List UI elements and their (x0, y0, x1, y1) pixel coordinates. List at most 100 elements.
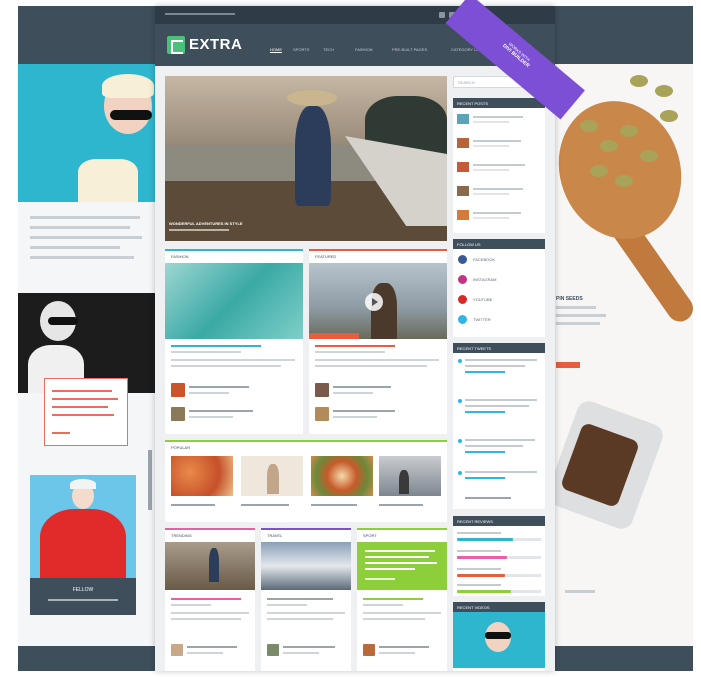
post-title-line[interactable] (473, 164, 525, 166)
facebook-icon[interactable] (439, 12, 445, 18)
sport-list-thumb[interactable] (363, 644, 375, 656)
follow-link[interactable] (465, 497, 511, 499)
featured-list-thumb[interactable] (315, 407, 329, 421)
trending-list-title[interactable] (187, 646, 237, 648)
trending-section-title[interactable]: TRENDING (171, 533, 192, 538)
post-thumb[interactable] (457, 210, 469, 220)
sport-quote-line (365, 568, 415, 570)
play-icon[interactable] (365, 293, 383, 311)
popular-image-1[interactable] (171, 456, 233, 496)
fellow-meta (48, 599, 118, 601)
post-title-line[interactable] (473, 140, 521, 142)
review-title[interactable] (457, 568, 501, 570)
fashion-list-title[interactable] (189, 386, 249, 388)
fashion-section-title[interactable]: FASHION (171, 254, 189, 259)
quote-line (52, 406, 108, 408)
post-thumb[interactable] (457, 114, 469, 124)
featured-list-title[interactable] (333, 386, 391, 388)
featured-hero-image[interactable]: WONDERFUL ADVENTURES IN STYLE (165, 76, 447, 241)
trending-headline[interactable] (171, 598, 241, 600)
post-title-line[interactable] (473, 116, 523, 118)
tweet-link[interactable] (465, 371, 505, 373)
nav-fashion[interactable]: FASHION (355, 47, 373, 52)
sport-quote-author (365, 578, 395, 580)
post-thumb[interactable] (457, 186, 469, 196)
sport-section-title[interactable]: SPORT (363, 533, 377, 538)
popular-section-title[interactable]: POPULAR (171, 445, 190, 450)
recent-videos-title: RECENT VIDEOS (453, 602, 545, 612)
popular-strip: POPULAR (165, 440, 447, 522)
popular-title-1[interactable] (171, 504, 215, 506)
travel-list-title[interactable] (283, 646, 335, 648)
fellow-red-jacket (40, 509, 126, 579)
tweet-link[interactable] (465, 411, 505, 413)
popular-title-3[interactable] (311, 504, 357, 506)
post-title-line[interactable] (473, 212, 521, 214)
popular-image-3[interactable] (311, 456, 373, 496)
twitter-icon[interactable] (458, 315, 467, 324)
review-title[interactable] (457, 584, 501, 586)
fashion-headline[interactable] (171, 345, 261, 347)
sport-accent (357, 528, 447, 530)
nav-sports[interactable]: SPORTS (293, 47, 309, 52)
youtube-icon[interactable] (458, 295, 467, 304)
tweet-text (465, 439, 535, 441)
recent-videos-widget: RECENT VIDEOS (453, 602, 545, 671)
popular-title-4[interactable] (379, 504, 423, 506)
post-thumb[interactable] (457, 138, 469, 148)
nav-home[interactable]: HOME (270, 47, 282, 53)
facebook-icon[interactable] (458, 255, 467, 264)
site-logo[interactable]: EXTRA (189, 36, 242, 53)
left-text-line (30, 246, 120, 249)
trending-list-thumb[interactable] (171, 644, 183, 656)
travel-headline[interactable] (267, 598, 333, 600)
featured-excerpt (315, 359, 439, 361)
popular-image-4[interactable] (379, 456, 441, 496)
featured-video-image[interactable] (309, 263, 447, 339)
review-title[interactable] (457, 532, 501, 534)
featured-list-title[interactable] (333, 410, 395, 412)
sport-headline[interactable] (363, 598, 423, 600)
tweet-link[interactable] (465, 477, 505, 479)
cardamom-pod (615, 175, 633, 187)
travel-section-title[interactable]: TRAVEL (267, 533, 282, 538)
post-meta-line (473, 193, 509, 195)
trending-image[interactable] (165, 542, 255, 590)
tweet-link[interactable] (465, 451, 505, 453)
travel-mountain-image[interactable] (261, 542, 351, 590)
featured-section-title[interactable]: FEATURED (315, 254, 336, 259)
couple-figure (371, 283, 397, 339)
popular-image-2[interactable] (241, 456, 303, 496)
follow-instagram[interactable]: INSTAGRAM (473, 277, 496, 282)
nav-tech[interactable]: TECH (323, 47, 334, 52)
featured-headline[interactable] (315, 345, 395, 347)
left-quote-box (44, 378, 128, 446)
hero-caption[interactable]: WONDERFUL ADVENTURES IN STYLE (169, 221, 243, 226)
travel-column: TRAVEL (261, 528, 351, 671)
follow-twitter[interactable]: TWITTER (473, 317, 491, 322)
fashion-list-thumb[interactable] (171, 383, 185, 397)
sport-column: SPORT (357, 528, 447, 671)
fashion-image[interactable] (165, 263, 303, 339)
extra-logo-icon[interactable] (167, 36, 185, 54)
nav-pre-built-pages[interactable]: PRE-BUILT PAGES (392, 47, 427, 52)
popular-title-2[interactable] (241, 504, 289, 506)
sport-quote-block[interactable] (357, 542, 447, 590)
post-thumb[interactable] (457, 162, 469, 172)
fashion-list-title[interactable] (189, 410, 253, 412)
sport-list-title[interactable] (379, 646, 429, 648)
video-sunglasses (485, 632, 511, 639)
vertical-text (148, 450, 152, 510)
instagram-icon[interactable] (458, 275, 467, 284)
trending-excerpt (171, 612, 249, 614)
travel-list-thumb[interactable] (267, 644, 279, 656)
follow-youtube[interactable]: YOUTUBE (473, 297, 492, 302)
review-title[interactable] (457, 550, 501, 552)
featured-list-thumb[interactable] (315, 383, 329, 397)
follow-facebook[interactable]: FACEBOOK (473, 257, 495, 262)
travel-excerpt (267, 612, 345, 614)
fashion-list-thumb[interactable] (171, 407, 185, 421)
video-thumbnail[interactable] (453, 612, 545, 668)
popular-figure (267, 464, 279, 494)
post-title-line[interactable] (473, 188, 523, 190)
